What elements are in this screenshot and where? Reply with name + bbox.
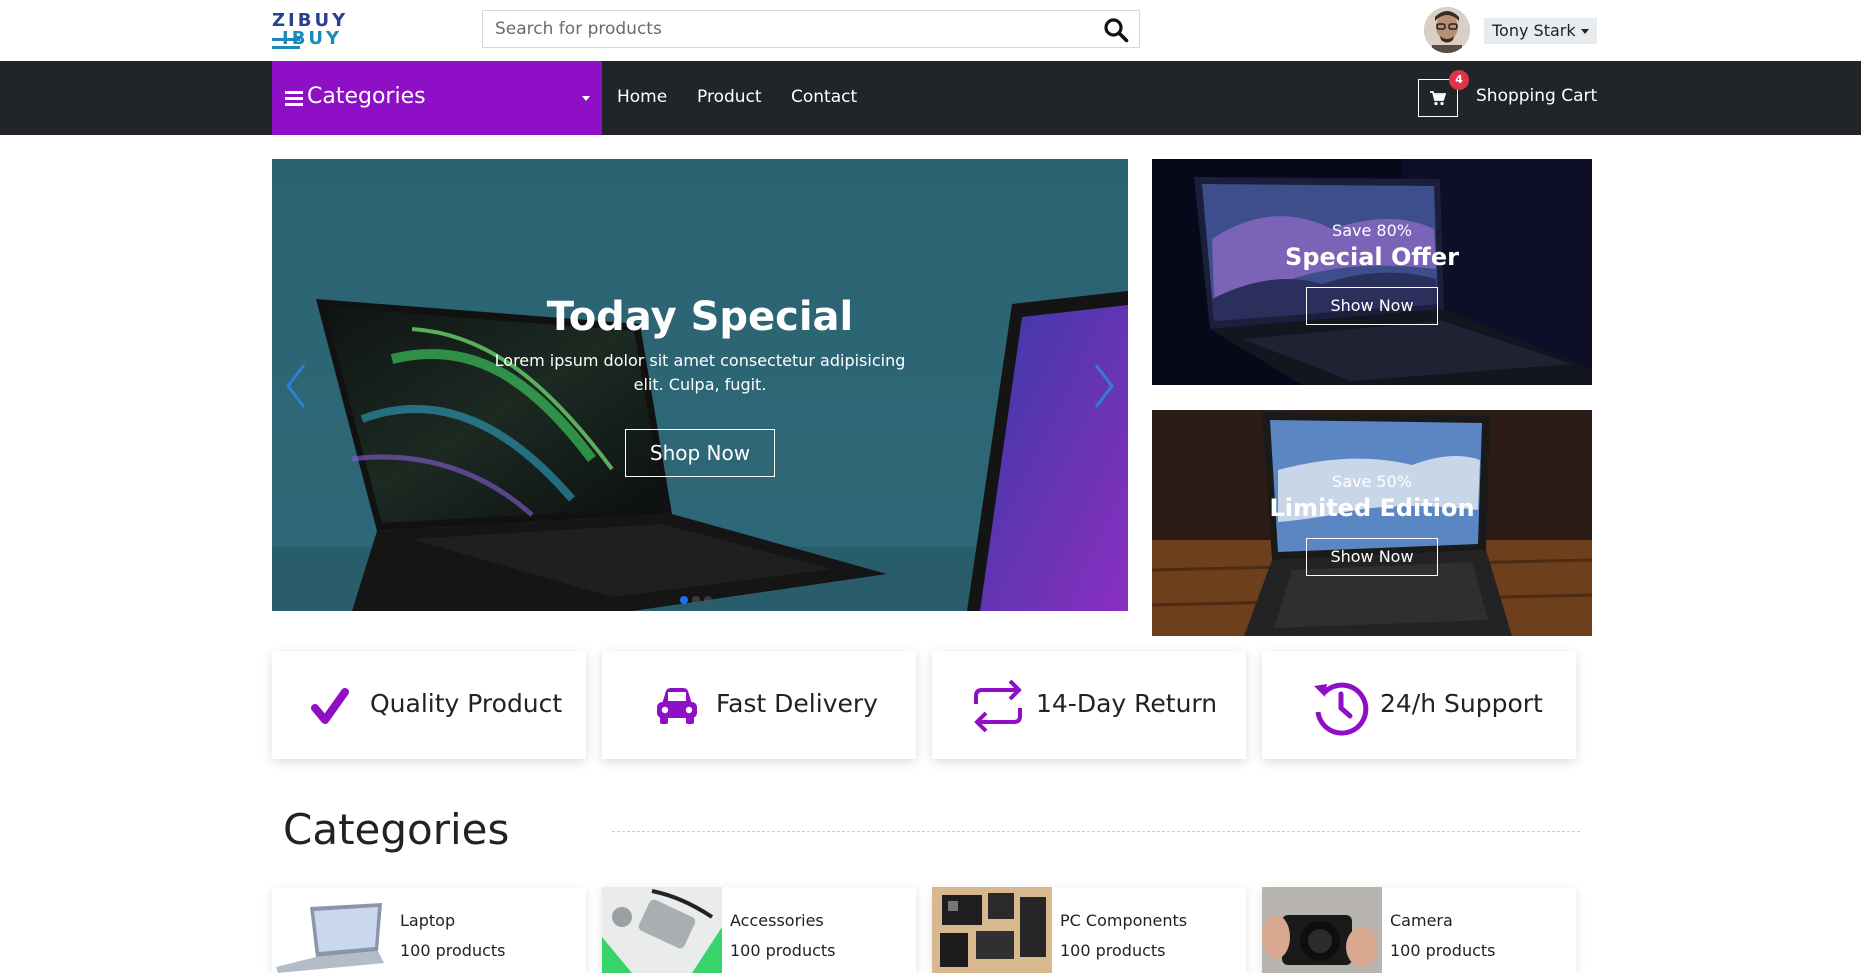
nav-link-home[interactable]: Home xyxy=(617,87,667,107)
category-count: 100 products xyxy=(1390,941,1496,960)
hero-carousel: Today Special Lorem ipsum dolor sit amet… xyxy=(272,159,1128,611)
category-name: Laptop xyxy=(400,911,456,930)
category-card-accessories[interactable]: Accessories 100 products xyxy=(602,887,916,973)
carousel-next-icon[interactable] xyxy=(1090,361,1118,411)
promo-card-special-offer: Save 80% Special Offer Show Now xyxy=(1152,159,1592,385)
car-icon xyxy=(654,676,700,736)
carousel-prev-icon[interactable] xyxy=(282,361,310,411)
promo-title: Special Offer xyxy=(1285,243,1459,271)
cart-icon xyxy=(1430,91,1446,106)
cart-count-badge: 4 xyxy=(1449,70,1469,90)
search-box xyxy=(482,10,1140,48)
search-icon[interactable] xyxy=(1103,17,1129,43)
promo-card-limited-edition: Save 50% Limited Edition Show Now xyxy=(1152,410,1592,636)
promo-show-now-button[interactable]: Show Now xyxy=(1306,287,1438,325)
feature-card-return: 14-Day Return xyxy=(932,651,1246,759)
check-icon xyxy=(310,676,350,736)
carousel-indicator-2[interactable] xyxy=(692,596,700,604)
category-name: Accessories xyxy=(730,911,824,930)
categories-dropdown-button[interactable]: Categories xyxy=(272,61,602,135)
carousel-indicator-3[interactable] xyxy=(704,596,712,604)
hero-subtitle: Lorem ipsum dolor sit amet consectetur a… xyxy=(494,351,906,394)
cart-button[interactable]: 4 xyxy=(1418,70,1469,117)
menu-icon xyxy=(285,91,303,106)
search-input[interactable] xyxy=(483,11,1107,47)
user-avatar[interactable] xyxy=(1424,7,1470,53)
laptop-thumbnail xyxy=(272,887,392,973)
category-count: 100 products xyxy=(1060,941,1166,960)
hero-title: Today Special xyxy=(546,294,854,340)
category-card-pc-components[interactable]: PC Components 100 products xyxy=(932,887,1246,973)
legion-laptop-image xyxy=(1152,159,1592,385)
feature-label: 24/h Support xyxy=(1380,689,1543,718)
user-name: Tony Stark xyxy=(1492,21,1576,40)
feature-label: 14-Day Return xyxy=(1036,689,1218,718)
section-divider xyxy=(612,831,1580,832)
category-name: Camera xyxy=(1390,911,1453,930)
carousel-indicators xyxy=(680,589,716,608)
categories-button-label: Categories xyxy=(307,84,426,109)
nav-link-product[interactable]: Product xyxy=(697,87,762,107)
user-menu[interactable]: Tony Stark xyxy=(1484,18,1597,44)
category-count: 100 products xyxy=(730,941,836,960)
logo-bar-top xyxy=(272,38,300,41)
feature-label: Quality Product xyxy=(370,689,563,718)
promo-save-text: Save 50% xyxy=(1332,472,1412,491)
chevron-down-icon xyxy=(1580,29,1589,34)
carousel-indicator-1[interactable] xyxy=(680,596,688,604)
feature-card-support: 24/h Support xyxy=(1262,651,1576,759)
promo-save-text: Save 80% xyxy=(1332,221,1412,240)
feature-card-quality: Quality Product xyxy=(272,651,586,759)
pc-components-thumbnail xyxy=(932,887,1052,973)
shop-now-button[interactable]: Shop Now xyxy=(625,429,775,477)
main-navbar: Categories Home Product Contact 4 Shoppi… xyxy=(0,61,1861,135)
category-name: PC Components xyxy=(1060,911,1188,930)
top-bar: ZIBUY IBUY Tony Stark xyxy=(0,0,1861,60)
categories-section-title: Categories xyxy=(283,805,510,854)
camera-thumbnail xyxy=(1262,887,1382,973)
category-count: 100 products xyxy=(400,941,506,960)
shopping-cart-link[interactable]: Shopping Cart xyxy=(1476,86,1597,106)
logo-bar-bottom xyxy=(272,46,300,49)
history-icon xyxy=(1310,676,1372,736)
category-card-camera[interactable]: Camera 100 products xyxy=(1262,887,1576,973)
brand-logo[interactable]: ZIBUY IBUY xyxy=(272,8,364,52)
laptop-on-table-image xyxy=(1152,410,1592,636)
feature-card-delivery: Fast Delivery xyxy=(602,651,916,759)
feature-label: Fast Delivery xyxy=(716,689,878,718)
promo-show-now-button[interactable]: Show Now xyxy=(1306,538,1438,576)
nav-link-contact[interactable]: Contact xyxy=(791,87,857,107)
category-card-laptop[interactable]: Laptop 100 products xyxy=(272,887,586,973)
promo-title: Limited Edition xyxy=(1269,494,1475,522)
exchange-icon xyxy=(970,676,1026,736)
accessories-thumbnail xyxy=(602,887,722,973)
caret-down-icon xyxy=(582,96,590,101)
